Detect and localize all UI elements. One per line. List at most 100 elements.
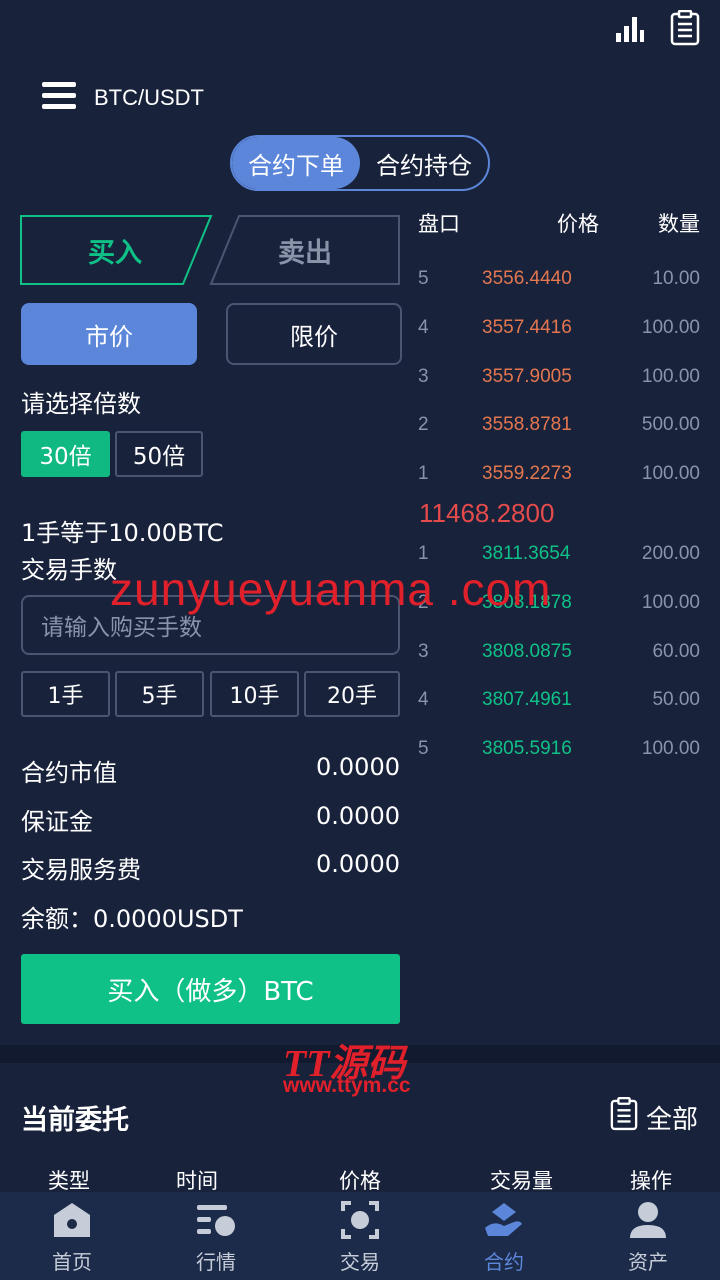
ask-qty: 100.00 — [641, 463, 700, 484]
margin-row: 保证金 0.0000 — [21, 802, 400, 837]
orderbook-qty-header: 数量 — [658, 212, 700, 236]
nav-trade-label: 交易 — [340, 1250, 380, 1274]
nav-market[interactable]: 行情 — [144, 1192, 288, 1280]
bid-row[interactable]: 5 3805.5916 100.00 — [418, 738, 700, 768]
bid-level: 4 — [418, 689, 429, 710]
buy-tab[interactable]: 买入 — [20, 215, 210, 285]
bid-level: 3 — [418, 641, 429, 662]
menu-icon[interactable] — [42, 82, 76, 114]
ask-price: 3558.8781 — [482, 414, 572, 435]
tab-positions[interactable]: 合约持仓 — [360, 137, 488, 189]
watermark-url: www.ttym.cc — [283, 1074, 411, 1097]
orderbook-header: 盘口 价格 数量 — [418, 208, 700, 238]
ask-qty: 100.00 — [641, 366, 700, 387]
bid-row[interactable]: 4 3807.4961 50.00 — [418, 689, 700, 719]
orderbook-price-header: 价格 — [557, 212, 599, 236]
ask-price: 3556.4440 — [482, 268, 572, 289]
market-value: 0.0000 — [316, 753, 400, 781]
bid-qty: 100.00 — [641, 592, 700, 613]
buy-long-button[interactable]: 买入（做多）BTC — [21, 954, 400, 1024]
market-icon — [196, 1200, 236, 1240]
column-volume: 交易量 — [490, 1169, 553, 1193]
watermark-text: zunyueyuanma .com — [110, 563, 552, 615]
orderbook-level-header: 盘口 — [418, 212, 460, 236]
bid-price: 3805.5916 — [482, 738, 572, 759]
nav-market-label: 行情 — [196, 1250, 236, 1274]
limit-order-button[interactable]: 限价 — [226, 303, 402, 365]
nav-assets[interactable]: 资产 — [576, 1192, 720, 1280]
quantity-label: 交易手数 — [21, 556, 117, 584]
lot-info: 1手等于10.00BTC — [21, 519, 224, 547]
bid-qty: 100.00 — [641, 738, 700, 759]
ask-row[interactable]: 2 3558.8781 500.00 — [418, 414, 700, 444]
nav-home[interactable]: 首页 — [0, 1192, 144, 1280]
home-icon — [52, 1200, 92, 1240]
leverage-50x-button[interactable]: 50倍 — [115, 431, 203, 477]
mid-price: 11468.2800 — [419, 498, 555, 528]
ask-price: 3559.2273 — [482, 463, 572, 484]
bid-qty: 60.00 — [652, 641, 700, 662]
column-type: 类型 — [48, 1169, 90, 1193]
market-value-label: 合约市值 — [21, 759, 117, 787]
top-toolbar — [612, 10, 702, 46]
ask-level: 2 — [418, 414, 429, 435]
bid-qty: 50.00 — [652, 689, 700, 710]
clipboard-icon[interactable] — [668, 10, 702, 46]
bar-chart-icon[interactable] — [612, 10, 646, 46]
sell-tab[interactable]: 卖出 — [210, 215, 400, 285]
tab-place-order[interactable]: 合约下单 — [232, 137, 360, 189]
ask-row[interactable]: 3 3557.9005 100.00 — [418, 366, 700, 396]
ask-qty: 100.00 — [641, 317, 700, 338]
all-orders-link[interactable]: 全部 — [610, 1096, 698, 1138]
market-value-row: 合约市值 0.0000 — [21, 753, 400, 788]
fee-row: 交易服务费 0.0000 — [21, 850, 400, 885]
ask-price: 3557.9005 — [482, 366, 572, 387]
trading-pair[interactable]: BTC/USDT — [94, 85, 204, 111]
bid-price: 3808.0875 — [482, 641, 572, 662]
ask-row[interactable]: 4 3557.4416 100.00 — [418, 317, 700, 347]
nav-assets-label: 资产 — [628, 1250, 668, 1274]
nav-contract-label: 合约 — [484, 1250, 524, 1274]
bid-row[interactable]: 3 3808.0875 60.00 — [418, 641, 700, 671]
leverage-label: 请选择倍数 — [21, 390, 141, 418]
column-price: 价格 — [339, 1169, 381, 1193]
clipboard-icon — [610, 1096, 638, 1138]
balance: 余额：0.0000USDT — [21, 905, 243, 933]
fee-value: 0.0000 — [316, 850, 400, 878]
column-action: 操作 — [630, 1169, 672, 1193]
qty-1-button[interactable]: 1手 — [21, 671, 110, 717]
bid-price: 3807.4961 — [482, 689, 572, 710]
bid-level: 5 — [418, 738, 429, 759]
bottom-nav: 首页 行情 交易 合约 资产 — [0, 1192, 720, 1280]
margin-value: 0.0000 — [316, 802, 400, 830]
ask-level: 3 — [418, 366, 429, 387]
user-icon — [628, 1200, 668, 1240]
current-orders-title: 当前委托 — [21, 1105, 129, 1136]
qty-20-button[interactable]: 20手 — [304, 671, 400, 717]
ask-qty: 10.00 — [652, 268, 700, 289]
fee-label: 交易服务费 — [21, 856, 141, 884]
header: BTC/USDT — [42, 78, 204, 118]
ask-level: 4 — [418, 317, 429, 338]
nav-home-label: 首页 — [52, 1250, 92, 1274]
ask-row[interactable]: 1 3559.2273 100.00 — [418, 463, 700, 493]
ask-level: 1 — [418, 463, 429, 484]
contract-icon — [484, 1200, 524, 1240]
margin-label: 保证金 — [21, 808, 93, 836]
qty-5-button[interactable]: 5手 — [115, 671, 204, 717]
ask-qty: 500.00 — [641, 414, 700, 435]
leverage-30x-button[interactable]: 30倍 — [21, 431, 110, 477]
trade-icon — [340, 1200, 380, 1240]
buy-sell-tabs: 买入 卖出 — [20, 215, 400, 285]
nav-contract[interactable]: 合约 — [432, 1192, 576, 1280]
column-time: 时间 — [176, 1169, 218, 1193]
contract-segment: 合约下单 合约持仓 — [230, 135, 490, 191]
qty-10-button[interactable]: 10手 — [210, 671, 299, 717]
ask-price: 3557.4416 — [482, 317, 572, 338]
market-order-button[interactable]: 市价 — [21, 303, 197, 365]
nav-trade[interactable]: 交易 — [288, 1192, 432, 1280]
ask-row[interactable]: 5 3556.4440 10.00 — [418, 268, 700, 298]
ask-level: 5 — [418, 268, 429, 289]
bid-qty: 200.00 — [641, 543, 700, 564]
all-orders-label: 全部 — [645, 1105, 698, 1135]
